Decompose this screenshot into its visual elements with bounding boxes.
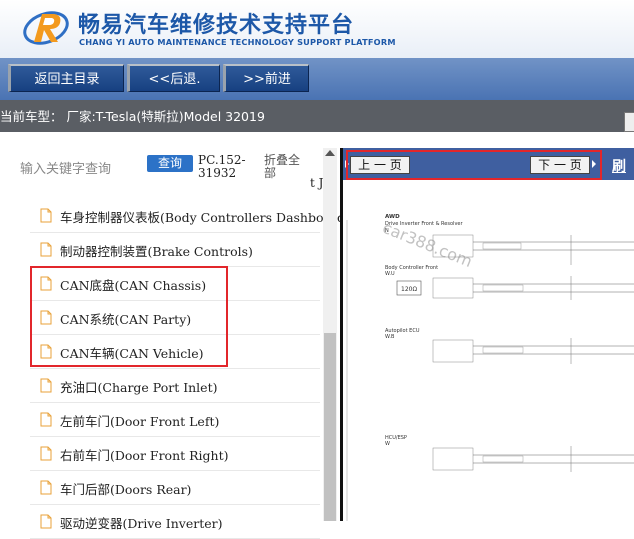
- section-code: W.U: [385, 271, 395, 277]
- document-icon: [40, 412, 52, 427]
- tree-item[interactable]: 车门后部(Doors Rear): [30, 471, 320, 505]
- home-button[interactable]: 返回主目录: [8, 64, 124, 92]
- app-header: 畅易汽车维修技术支持平台 CHANG YI AUTO MAINTENANCE T…: [0, 0, 634, 58]
- scroll-up-arrow-icon[interactable]: [325, 150, 335, 156]
- platform-subtitle: CHANG YI AUTO MAINTENANCE TECHNOLOGY SUP…: [79, 37, 396, 47]
- section-code: W.B: [385, 334, 395, 340]
- r-swoosh-logo: [23, 11, 69, 45]
- highlight-box-can-items: [30, 266, 228, 367]
- search-input[interactable]: 输入关键字查询: [20, 158, 111, 177]
- tree-item[interactable]: 右前车门(Door Front Right): [30, 437, 320, 471]
- tree-item-label: 充油口(Charge Port Inlet): [60, 380, 218, 395]
- scrollbar-thumb[interactable]: [324, 333, 336, 521]
- model-bar: 当前车型： 厂家:T-Tesla(特斯拉)Model 32019: [0, 100, 634, 132]
- model-side-button[interactable]: [624, 112, 634, 132]
- forward-button[interactable]: >>前进: [223, 64, 309, 92]
- tree-item-label: 左前车门(Door Front Left): [60, 414, 220, 429]
- document-icon: [40, 208, 52, 223]
- tree-item-label: 制动器控制装置(Brake Controls): [60, 244, 253, 259]
- document-icon: [40, 480, 52, 495]
- tree-item-label: 右前车门(Door Front Right): [60, 448, 229, 463]
- section-code: W: [385, 441, 390, 447]
- tree-item[interactable]: 制动器控制装置(Brake Controls): [30, 233, 320, 267]
- platform-title: 畅易汽车维修技术支持平台: [78, 13, 355, 38]
- tree-item-label: 驱动逆变器(Drive Inverter): [60, 516, 223, 531]
- refresh-link[interactable]: 刷: [612, 156, 626, 176]
- tree-scrollbar[interactable]: [323, 148, 337, 521]
- document-icon: [40, 446, 52, 461]
- document-icon: [40, 378, 52, 393]
- tree-item[interactable]: 充油口(Charge Port Inlet): [30, 369, 320, 403]
- tree-item[interactable]: 左前车门(Door Front Left): [30, 403, 320, 437]
- tree-item[interactable]: 车身控制器仪表板(Body Controllers Dashboard: [30, 199, 345, 233]
- tree-item-label: 车身控制器仪表板(Body Controllers Dashboard: [60, 210, 345, 225]
- document-icon: [40, 514, 52, 529]
- document-icon: [40, 242, 52, 257]
- search-button[interactable]: 查询: [147, 155, 193, 172]
- pc-code: PC.152-31932: [198, 153, 246, 180]
- main-toolbar: 返回主目录 <<后退. >>前进: [0, 58, 634, 100]
- truncated-text: t J: [310, 176, 324, 190]
- tree-item[interactable]: 驱动逆变器(Drive Inverter): [30, 505, 320, 539]
- collapse-all-button[interactable]: 折叠全部: [264, 154, 304, 180]
- tree-item-label: 车门后部(Doors Rear): [60, 482, 192, 497]
- back-button[interactable]: <<后退.: [127, 64, 220, 92]
- current-model: 当前车型： 厂家:T-Tesla(特斯拉)Model 32019: [0, 109, 265, 124]
- highlight-box-page-nav: [346, 150, 602, 180]
- resistor-label: 120Ω: [401, 286, 417, 293]
